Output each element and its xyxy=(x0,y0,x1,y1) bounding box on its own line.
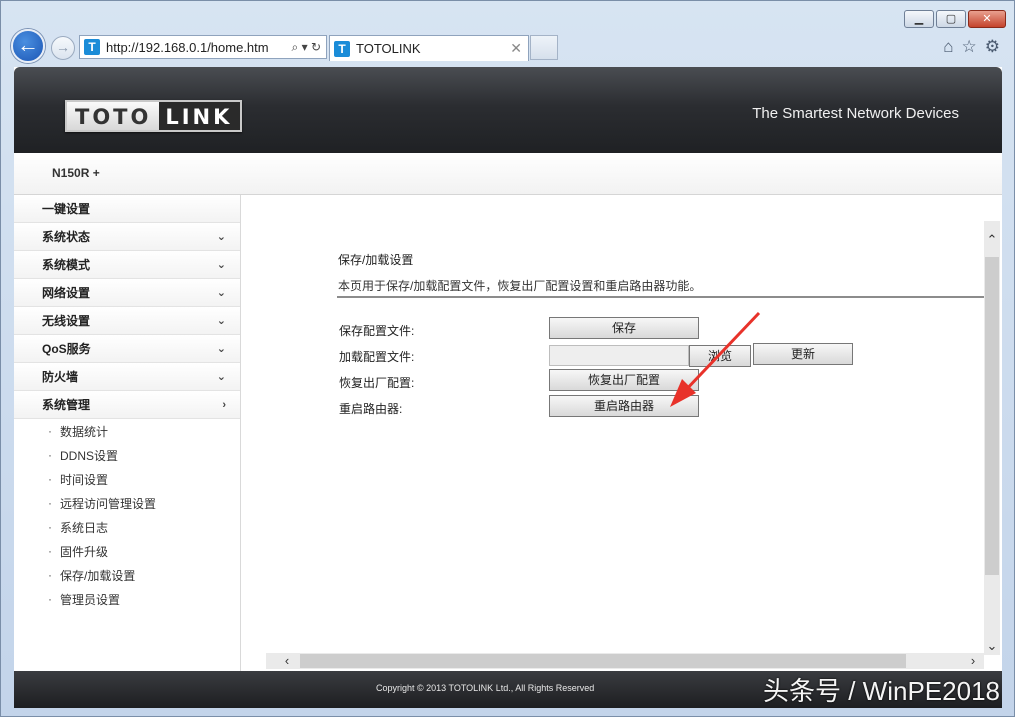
address-controls[interactable]: ⌕ ▾ ↻ xyxy=(292,40,321,55)
scroll-right-icon[interactable]: › xyxy=(964,653,982,669)
section-divider xyxy=(337,296,984,298)
forward-button[interactable]: → xyxy=(51,36,75,60)
address-url[interactable]: http://192.168.0.1/home.htm xyxy=(106,40,292,55)
scroll-left-icon[interactable]: ‹ xyxy=(278,653,296,669)
sidebar: 一键设置 系统状态 ⌄ 系统模式 ⌄ 网络设置 ⌄ 无线设置 ⌄ QoS服务 ⌄ 防火墙 ⌄… xyxy=(14,195,241,671)
load-config-label: 加载配置文件: xyxy=(339,350,415,364)
sidebar-item-wireless[interactable]: 无线设置 ⌄ xyxy=(14,307,240,335)
bullet-icon: · xyxy=(48,448,52,462)
tab-favicon-icon: T xyxy=(334,40,350,57)
sidebar-subitem-remote-access[interactable]: · 远程访问管理设置 xyxy=(14,491,240,515)
horizontal-scrollbar[interactable]: ‹ › xyxy=(266,653,984,669)
browser-window: ▁ ▢ ✕ ← → T http://192.168.0.1/home.htm … xyxy=(0,0,1015,717)
scroll-up-icon[interactable]: ⌃ xyxy=(984,231,1000,249)
sidebar-item-firewall[interactable]: 防火墙 ⌄ xyxy=(14,363,240,391)
chevron-down-icon: ⌄ xyxy=(216,315,226,327)
chevron-down-icon: ⌄ xyxy=(216,287,226,299)
maximize-button[interactable]: ▢ xyxy=(936,10,966,28)
sidebar-item-label: 无线设置 xyxy=(42,314,91,328)
sidebar-subitem-label: DDNS设置 xyxy=(60,448,119,463)
bullet-icon: · xyxy=(48,520,52,534)
sidebar-subitem-ddns[interactable]: · DDNS设置 xyxy=(14,443,240,467)
model-bar: N150R + xyxy=(14,153,1002,195)
sidebar-subitem-admin[interactable]: · 管理员设置 xyxy=(14,587,240,611)
model-name: N150R + xyxy=(52,166,100,180)
sidebar-item-qos[interactable]: QoS服务 ⌄ xyxy=(14,335,240,363)
sidebar-item-network[interactable]: 网络设置 ⌄ xyxy=(14,279,240,307)
logo-part-link: LINK xyxy=(159,102,241,130)
back-button[interactable]: ← xyxy=(11,29,45,63)
header-slogan: The Smartest Network Devices xyxy=(752,105,959,122)
page-description: 本页用于保存/加载配置文件，恢复出厂配置设置和重启路由器功能。 xyxy=(338,279,702,293)
sidebar-item-label: 系统状态 xyxy=(42,230,91,244)
sidebar-subitem-label: 固件升级 xyxy=(60,544,109,559)
sidebar-item-label: 一键设置 xyxy=(42,202,91,216)
close-window-button[interactable]: ✕ xyxy=(968,10,1006,28)
sidebar-item-system-mode[interactable]: 系统模式 ⌄ xyxy=(14,251,240,279)
address-bar[interactable]: T http://192.168.0.1/home.htm ⌕ ▾ ↻ xyxy=(79,35,327,59)
site-favicon-icon: T xyxy=(84,39,100,55)
new-tab-button[interactable] xyxy=(530,35,558,60)
home-icon[interactable]: ⌂ xyxy=(943,37,953,57)
chevron-down-icon: ⌄ xyxy=(216,231,226,243)
page-title: 保存/加载设置 xyxy=(338,253,414,267)
reboot-router-label: 重启路由器: xyxy=(339,402,403,416)
sidebar-item-label: 系统模式 xyxy=(42,258,91,272)
sidebar-subitem-time[interactable]: · 时间设置 xyxy=(14,467,240,491)
bullet-icon: · xyxy=(48,544,52,558)
sidebar-subitem-label: 保存/加载设置 xyxy=(60,568,136,583)
window-controls: ▁ ▢ ✕ xyxy=(904,10,1006,28)
bullet-icon: · xyxy=(48,472,52,486)
sidebar-subitem-label: 时间设置 xyxy=(60,472,109,487)
sidebar-subitem-firmware-upgrade[interactable]: · 固件升级 xyxy=(14,539,240,563)
tab-close-icon[interactable]: ✕ xyxy=(510,40,522,57)
sidebar-item-system-management[interactable]: 系统管理 › xyxy=(14,391,240,419)
logo-part-toto: TOTO xyxy=(67,102,160,130)
chevron-right-icon: › xyxy=(222,398,226,411)
chevron-down-icon: ⌄ xyxy=(216,371,226,383)
sidebar-item-label: 系统管理 xyxy=(42,398,91,412)
page-footer: Copyright © 2013 TOTOLINK Ltd., All Righ… xyxy=(14,671,1002,708)
scroll-down-icon[interactable]: ⌄ xyxy=(984,637,1000,655)
bullet-icon: · xyxy=(48,592,52,606)
sidebar-subitem-save-load[interactable]: · 保存/加载设置 xyxy=(14,563,240,587)
chevron-down-icon: ⌄ xyxy=(216,259,226,271)
save-config-label: 保存配置文件: xyxy=(339,324,415,338)
sidebar-item-label: 网络设置 xyxy=(42,286,91,300)
minimize-button[interactable]: ▁ xyxy=(904,10,934,28)
star-icon[interactable]: ☆ xyxy=(962,37,977,57)
sidebar-item-quick-setup[interactable]: 一键设置 xyxy=(14,195,240,223)
forward-arrow-icon: → xyxy=(56,39,70,55)
sidebar-subitem-label: 系统日志 xyxy=(60,520,109,535)
router-header: TOTO LINK The Smartest Network Devices xyxy=(14,67,1002,153)
sidebar-item-label: 防火墙 xyxy=(42,370,79,384)
tab-title: TOTOLINK xyxy=(356,41,421,56)
totolink-logo: TOTO LINK xyxy=(65,100,243,132)
sidebar-subitem-label: 远程访问管理设置 xyxy=(60,496,157,511)
sidebar-item-system-status[interactable]: 系统状态 ⌄ xyxy=(14,223,240,251)
annotation-arrow-icon xyxy=(670,311,761,407)
browser-tools: ⌂ ☆ ⚙ xyxy=(943,37,1000,57)
horizontal-scroll-thumb[interactable] xyxy=(300,654,906,668)
page-viewport: TOTO LINK The Smartest Network Devices N… xyxy=(14,67,1002,708)
copyright-text: Copyright © 2013 TOTOLINK Ltd., All Righ… xyxy=(376,683,595,693)
chevron-down-icon: ⌄ xyxy=(216,343,226,355)
restore-factory-label: 恢复出厂配置: xyxy=(339,376,415,390)
main-content: 保存/加载设置 本页用于保存/加载配置文件，恢复出厂配置设置和重启路由器功能。 … xyxy=(242,195,1002,671)
sidebar-subitem-label: 管理员设置 xyxy=(60,592,121,607)
bullet-icon: · xyxy=(48,496,52,510)
browser-tab[interactable]: T TOTOLINK ✕ xyxy=(329,35,529,61)
sidebar-subitem-label: 数据统计 xyxy=(60,424,109,439)
sidebar-item-label: QoS服务 xyxy=(42,342,91,356)
bullet-icon: · xyxy=(48,568,52,582)
sidebar-subitem-system-log[interactable]: · 系统日志 xyxy=(14,515,240,539)
watermark-text: 头条号 / WinPE2018 xyxy=(763,676,1000,706)
sidebar-subitem-statistics[interactable]: · 数据统计 xyxy=(14,419,240,443)
bullet-icon: · xyxy=(48,424,52,438)
vertical-scroll-thumb[interactable] xyxy=(985,257,999,575)
back-arrow-icon: ← xyxy=(17,32,39,57)
gear-icon[interactable]: ⚙ xyxy=(985,37,1000,57)
update-button[interactable]: 更新 xyxy=(753,343,853,365)
vertical-scrollbar[interactable]: ⌃ ⌄ xyxy=(984,221,1000,655)
